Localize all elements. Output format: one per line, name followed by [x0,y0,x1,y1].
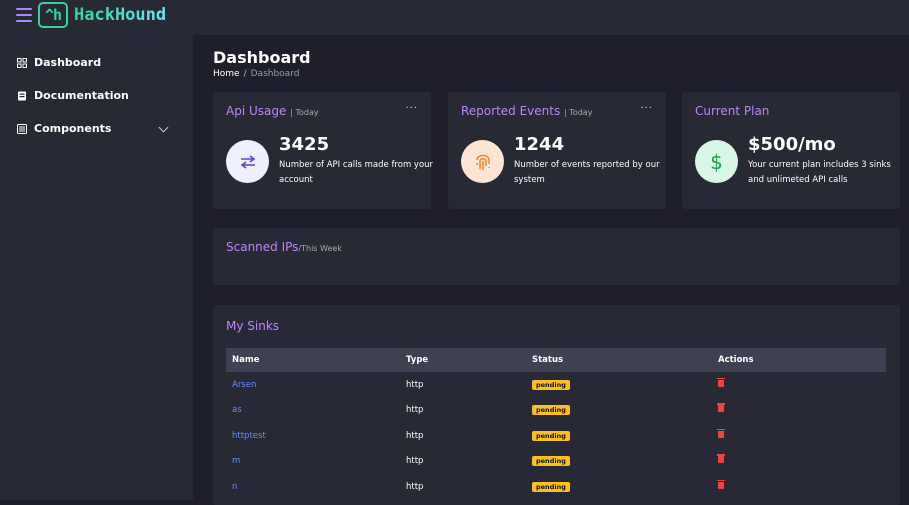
main-content: Dashboard Home / Dashboard Api Usage | Tod… [193,35,909,505]
breadcrumb-home[interactable]: Home [213,69,240,79]
fingerprint-icon [461,140,504,183]
brand-logo[interactable]: ^h HackHound [38,2,166,28]
status-badge: pending [532,481,570,492]
card-title: My Sinks [226,319,280,333]
top-bar: ^h HackHound [0,0,909,35]
breadcrumb-current: Dashboard [250,69,300,79]
brand-mark: ^h [38,2,68,28]
status-badge: pending [532,430,570,441]
table-row: httptest http pending [226,423,886,449]
api-usage-card: Api Usage | Today ... 3425 Number of API… [213,92,433,209]
brand-name: HackHound [74,5,167,25]
trash-icon[interactable] [717,403,725,413]
table-row: m http pending [226,449,886,475]
sink-name-link[interactable]: as [226,398,400,424]
reported-events-value: 1244 [514,134,565,155]
column-header: Name [232,355,260,365]
scanned-ips-card: Scanned IPs/This Week [213,228,900,285]
sink-type: http [406,405,424,416]
sink-name-link[interactable]: httptest [226,423,400,449]
sidebar-item-label: Documentation [34,89,129,102]
trash-icon[interactable] [717,479,725,489]
sink-name-link[interactable]: m [226,449,400,475]
sidebar-item-dashboard[interactable]: Dashboard [17,56,177,69]
current-plan-card: Current Plan $ $500/mo Your current plan… [682,92,900,209]
reported-events-description: Number of events reported by our system [514,160,660,185]
sink-name-link[interactable]: n [226,474,400,500]
current-plan-description: Your current plan includes 3 sinks and u… [748,160,891,185]
trash-icon[interactable] [717,428,725,438]
list-icon [17,123,27,134]
breadcrumb: Home / Dashboard [213,69,299,79]
status-badge: pending [532,456,570,467]
sink-name-link[interactable]: Arsen [226,372,400,398]
current-plan-value: $500/mo [748,134,836,155]
status-badge: pending [532,405,570,416]
reported-events-card: Reported Events | Today ... 1244 Number … [448,92,666,209]
table-row: Arsen http pending [226,372,886,398]
grid-icon [17,57,27,68]
status-badge: pending [532,379,570,390]
trash-icon[interactable] [717,377,725,387]
card-title: Scanned IPs/This Week [226,240,342,254]
sink-type: http [406,379,424,390]
card-period: | Today [290,108,319,117]
page-title: Dashboard [213,48,311,67]
my-sinks-card: My Sinks Name Type Status Actions Arsen … [213,305,900,505]
sidebar-item-components[interactable]: Components [17,122,177,135]
sinks-table: Name Type Status Actions Arsen http pend… [226,348,886,500]
sidebar-item-documentation[interactable]: Documentation [17,89,177,102]
table-row: as http pending [226,398,886,424]
sidebar-item-label: Dashboard [34,56,102,69]
api-usage-description: Number of API calls made from your accou… [279,160,434,185]
column-header: Type [406,355,429,365]
sidebar: Dashboard Documentation Components [0,35,193,500]
swap-arrows-icon [226,140,269,183]
chevron-down-icon[interactable] [158,122,169,133]
card-title: Current Plan [695,104,770,118]
hamburger-menu-icon[interactable] [16,8,32,22]
book-icon [18,91,26,100]
card-title: Api Usage | Today [226,104,319,118]
sink-type: http [406,456,424,467]
card-title: Reported Events | Today [461,104,593,118]
more-options-icon[interactable]: ... [640,100,653,111]
api-usage-value: 3425 [279,134,330,155]
table-row: n http pending [226,474,886,500]
card-period: | Today [564,108,593,117]
breadcrumb-separator: / [243,69,247,79]
sidebar-item-label: Components [34,122,112,135]
table-header-row: Name Type Status Actions [226,348,886,372]
more-options-icon[interactable]: ... [405,100,418,111]
trash-icon[interactable] [717,454,725,464]
column-header: Status [532,355,564,365]
column-header: Actions [718,355,754,365]
card-period: /This Week [298,244,342,253]
dollar-icon: $ [695,140,738,183]
sink-type: http [406,430,424,441]
sink-type: http [406,481,424,492]
